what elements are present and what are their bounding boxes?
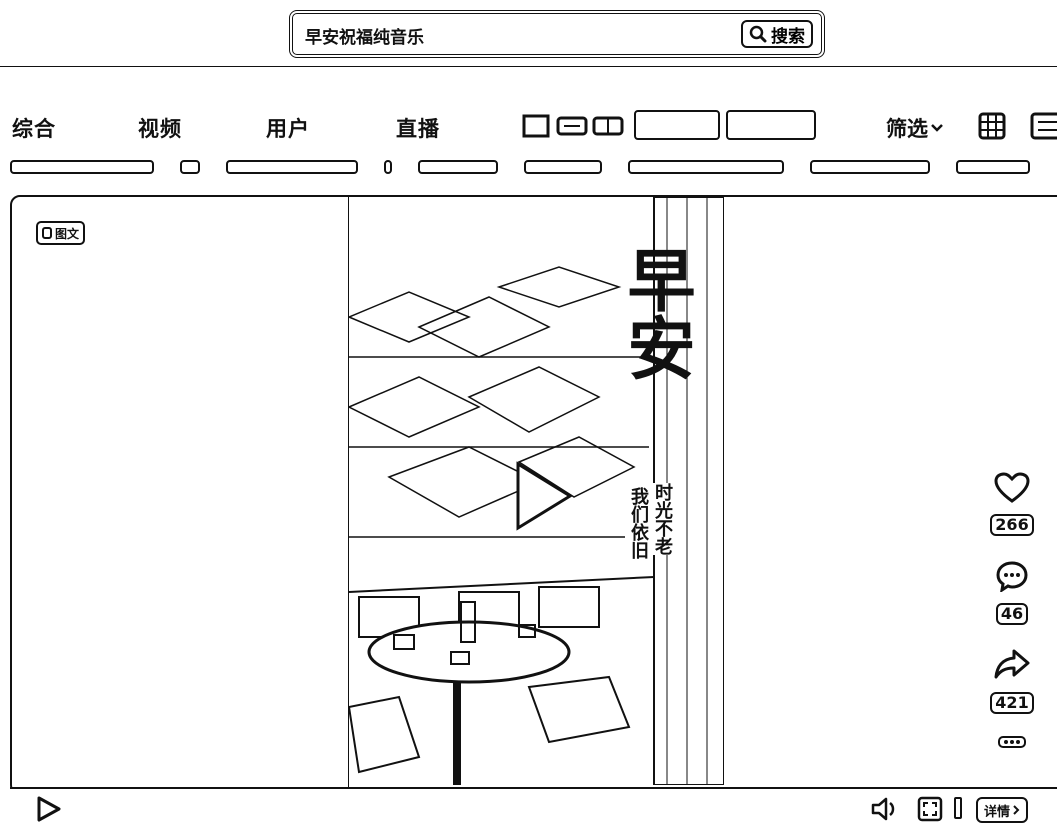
comment-button[interactable] <box>990 560 1034 596</box>
more-button[interactable] <box>990 734 1034 753</box>
tag-chip[interactable] <box>226 160 358 174</box>
detail-button[interactable]: 详情 <box>976 797 1029 823</box>
grid-view-button[interactable] <box>978 112 1006 144</box>
search-input[interactable] <box>303 22 747 48</box>
toolbar-glyphs <box>522 112 628 140</box>
progress-track[interactable] <box>10 787 1057 789</box>
filter-pill-2[interactable] <box>726 110 816 140</box>
fullscreen-icon <box>917 796 943 822</box>
filter-button[interactable]: 筛选 <box>886 113 944 143</box>
post-type-label: 图文 <box>55 226 80 241</box>
tag-chip[interactable] <box>180 160 200 174</box>
fullscreen-button[interactable] <box>916 795 944 827</box>
heart-icon <box>994 472 1030 503</box>
play-overlay-button[interactable] <box>512 460 576 532</box>
comment-count: 46 <box>990 603 1034 625</box>
search-bar: 搜索 <box>289 10 825 58</box>
poster-subtitle-2: 我们依旧 <box>625 487 651 559</box>
like-button[interactable] <box>990 472 1034 508</box>
post-type-badge: 图文 <box>36 221 86 245</box>
tag-chip[interactable] <box>10 160 154 174</box>
header-divider <box>0 66 1057 67</box>
chevron-right-icon <box>1013 805 1020 815</box>
detail-label: 详情 <box>984 804 1011 820</box>
tab-video[interactable]: 视频 <box>138 113 182 143</box>
list-view-button[interactable] <box>1030 112 1057 144</box>
poster-title: 早安 <box>615 245 695 381</box>
like-count: 266 <box>990 514 1034 536</box>
more-icon <box>998 736 1026 748</box>
tag-chip[interactable] <box>810 160 930 174</box>
related-tags <box>10 160 1057 174</box>
play-button[interactable] <box>34 795 62 827</box>
grid-icon <box>978 112 1006 140</box>
volume-icon <box>871 797 895 821</box>
tag-chip[interactable] <box>524 160 602 174</box>
list-icon <box>1030 112 1057 140</box>
share-icon <box>994 649 1030 679</box>
tag-chip[interactable] <box>628 160 784 174</box>
search-button-label: 搜索 <box>771 26 805 47</box>
tag-chip[interactable] <box>384 160 392 174</box>
tab-live[interactable]: 直播 <box>396 113 440 143</box>
tag-chip[interactable] <box>956 160 1030 174</box>
comment-icon <box>996 561 1028 594</box>
share-count: 421 <box>990 692 1034 714</box>
search-button[interactable]: 搜索 <box>741 20 813 48</box>
control-separator <box>954 797 962 819</box>
filter-pill-1[interactable] <box>634 110 720 140</box>
play-icon <box>516 461 573 531</box>
search-icon <box>749 25 767 43</box>
document-icon <box>42 227 52 239</box>
tag-chip[interactable] <box>418 160 498 174</box>
filter-label: 筛选 <box>886 117 928 141</box>
tab-all[interactable]: 综合 <box>12 113 56 143</box>
play-icon <box>37 796 61 822</box>
poster-subtitle-1: 时光不老 <box>649 483 675 555</box>
chevron-down-icon <box>931 124 943 132</box>
share-button[interactable] <box>990 648 1034 684</box>
volume-button[interactable] <box>870 795 900 827</box>
tab-user[interactable]: 用户 <box>266 113 310 143</box>
